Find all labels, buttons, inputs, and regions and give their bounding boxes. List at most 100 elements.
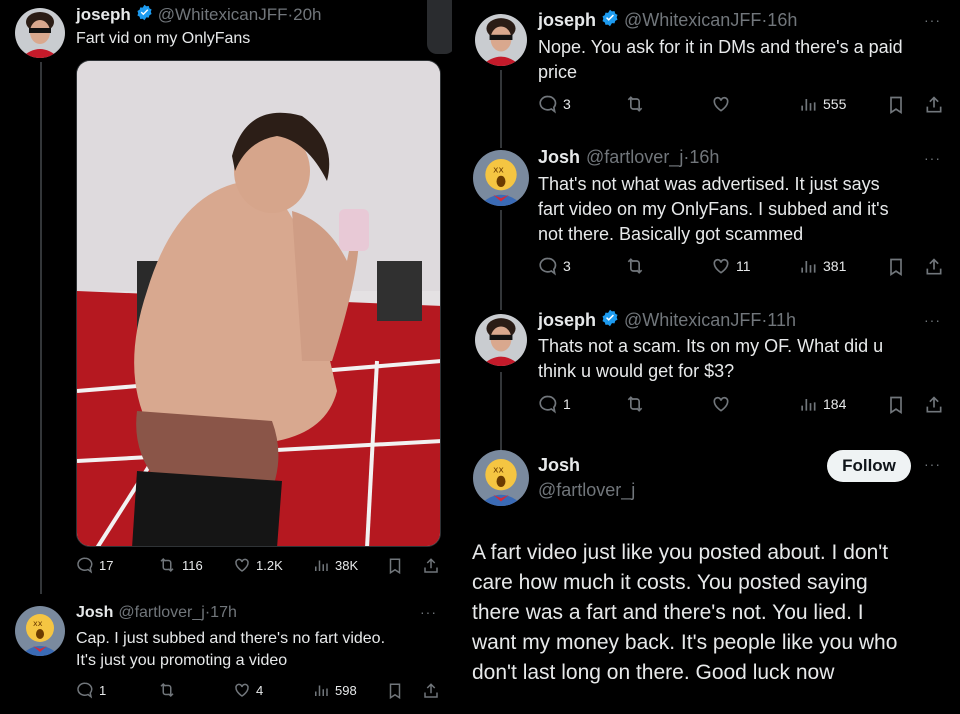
reply-button[interactable]: 1 <box>538 394 571 414</box>
share-icon <box>926 96 942 113</box>
more-options-icon[interactable]: ··· <box>924 12 941 28</box>
bookmark-button[interactable] <box>386 681 404 701</box>
tweet-media-photo[interactable] <box>76 60 441 547</box>
like-button[interactable] <box>711 94 731 114</box>
bookmark-button[interactable] <box>886 256 906 278</box>
views-button[interactable]: 381 <box>798 256 846 276</box>
avatar-joseph[interactable] <box>475 314 527 366</box>
author-name[interactable]: Josh <box>538 455 580 476</box>
view-count: 555 <box>823 96 847 112</box>
views-button[interactable]: 598 <box>312 681 357 699</box>
reply-button[interactable]: 3 <box>538 256 571 276</box>
avatar-josh[interactable]: xx <box>15 606 65 656</box>
heart-icon <box>713 396 729 412</box>
views-button[interactable]: 555 <box>798 94 846 114</box>
author-handle[interactable]: @WhitexicanJFF <box>624 310 761 331</box>
timestamp[interactable]: ·16h <box>761 10 797 31</box>
share-button[interactable] <box>924 394 944 416</box>
bookmark-button[interactable] <box>386 556 404 576</box>
retweet-button[interactable] <box>624 94 646 114</box>
views-button[interactable]: 38K <box>312 556 358 574</box>
reply-button[interactable]: 1 <box>76 681 106 699</box>
share-icon <box>926 396 942 413</box>
like-button[interactable]: 1.2K <box>233 556 283 574</box>
author-handle[interactable]: @fartlover_j <box>586 147 683 168</box>
author-handle[interactable]: @fartlover_j <box>538 480 635 501</box>
avatar-josh[interactable]: xx <box>473 450 529 506</box>
thread-line <box>40 62 42 594</box>
author-handle[interactable]: @fartlover_j <box>118 604 205 622</box>
avatar-joseph[interactable] <box>475 14 527 66</box>
reply-icon <box>539 395 557 414</box>
verified-badge-icon <box>601 309 619 332</box>
retweet-button[interactable]: 116 <box>157 556 203 574</box>
tweet-text-line: Cap. I just subbed and there's no fart v… <box>76 630 386 647</box>
tweet-text: A fart video just like you posted about.… <box>472 538 956 688</box>
author-name[interactable]: Josh <box>76 604 113 622</box>
retweet-button[interactable] <box>624 256 646 276</box>
bookmark-icon <box>389 558 401 575</box>
like-count: 11 <box>736 258 751 274</box>
more-options-icon[interactable]: ··· <box>420 604 437 620</box>
views-chart-icon <box>315 560 328 571</box>
tweet-text-line: want my money back. It's people like you… <box>472 631 898 654</box>
thread-line <box>500 372 502 450</box>
timestamp[interactable]: ·16h <box>683 147 719 168</box>
more-options-icon[interactable]: ··· <box>924 456 941 472</box>
scroll-handle[interactable] <box>427 0 455 54</box>
bookmark-icon <box>890 396 902 415</box>
reply-count: 1 <box>99 682 107 698</box>
retweet-button[interactable] <box>624 394 646 414</box>
retweet-icon <box>627 396 643 412</box>
views-chart-icon <box>801 399 816 411</box>
timestamp[interactable]: ·11h <box>761 310 796 331</box>
share-button[interactable] <box>924 256 944 278</box>
share-button[interactable] <box>422 556 440 576</box>
tweet-text-line: price <box>538 62 578 82</box>
tweet-text-line: there was a fart and there's not. You li… <box>472 601 864 624</box>
timestamp[interactable]: ·17h <box>205 604 237 622</box>
retweet-icon <box>160 682 174 698</box>
more-options-icon[interactable]: ··· <box>924 150 941 166</box>
left-screenshot-panel: joseph @WhitexicanJFF ·20h Fart vid on m… <box>0 0 452 714</box>
tweet-text: Cap. I just subbed and there's no fart v… <box>76 628 385 672</box>
author-name[interactable]: Josh <box>538 147 580 168</box>
author-name[interactable]: joseph <box>76 5 131 25</box>
tweet-text-line: care how much it costs. You posted sayin… <box>472 571 868 594</box>
author-name[interactable]: joseph <box>538 10 596 31</box>
more-options-icon[interactable]: ··· <box>924 312 941 328</box>
retweet-button[interactable] <box>157 681 177 699</box>
like-button[interactable]: 11 <box>711 256 751 276</box>
author-name[interactable]: joseph <box>538 310 596 331</box>
follow-button[interactable]: Follow <box>827 450 911 482</box>
bookmark-icon <box>389 683 401 700</box>
author-handle[interactable]: @WhitexicanJFF <box>158 5 288 25</box>
like-button[interactable]: 4 <box>233 681 263 699</box>
tweet-text: That's not what was advertised. It just … <box>538 172 889 247</box>
author-handle[interactable]: @WhitexicanJFF <box>624 10 761 31</box>
share-button[interactable] <box>924 94 944 116</box>
view-count: 598 <box>335 682 357 698</box>
tweet-header: Josh @fartlover_j ·17h <box>76 604 237 622</box>
reply-button[interactable]: 3 <box>538 94 571 114</box>
reply-count: 3 <box>563 96 571 112</box>
right-screenshot-panel: joseph @WhitexicanJFF ·16h ··· Nope. You… <box>456 0 960 714</box>
avatar-joseph[interactable] <box>15 8 65 58</box>
bookmark-button[interactable] <box>886 94 906 116</box>
tweet-header: joseph @WhitexicanJFF ·20h <box>76 4 322 26</box>
reply-icon <box>77 557 93 574</box>
view-count: 38K <box>335 557 359 573</box>
like-button[interactable] <box>711 394 731 414</box>
tweet-header: joseph @WhitexicanJFF ·16h <box>538 9 797 32</box>
views-button[interactable]: 184 <box>798 394 846 414</box>
reply-button[interactable]: 17 <box>76 556 113 574</box>
views-chart-icon <box>315 685 328 696</box>
share-button[interactable] <box>422 681 440 701</box>
reply-icon <box>539 257 557 276</box>
avatar-josh[interactable]: xx <box>473 150 529 206</box>
heart-icon <box>713 258 729 274</box>
view-count: 381 <box>823 258 847 274</box>
thread-line <box>500 210 502 310</box>
bookmark-button[interactable] <box>886 394 906 416</box>
timestamp[interactable]: ·20h <box>287 5 321 25</box>
